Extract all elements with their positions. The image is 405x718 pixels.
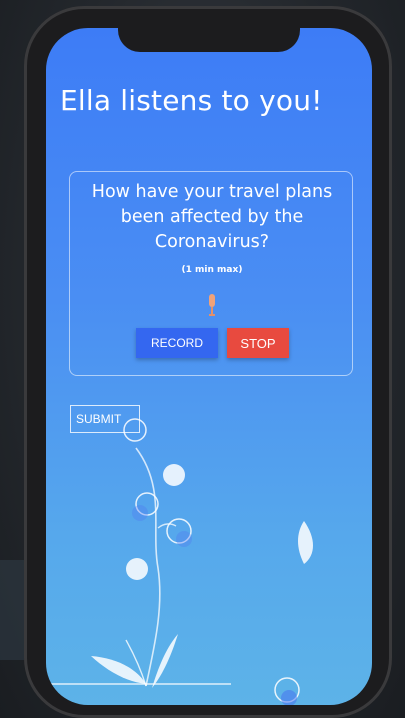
app-screen: Ella listens to you! How have your trave… — [46, 28, 372, 705]
plant-illustration — [46, 418, 313, 705]
